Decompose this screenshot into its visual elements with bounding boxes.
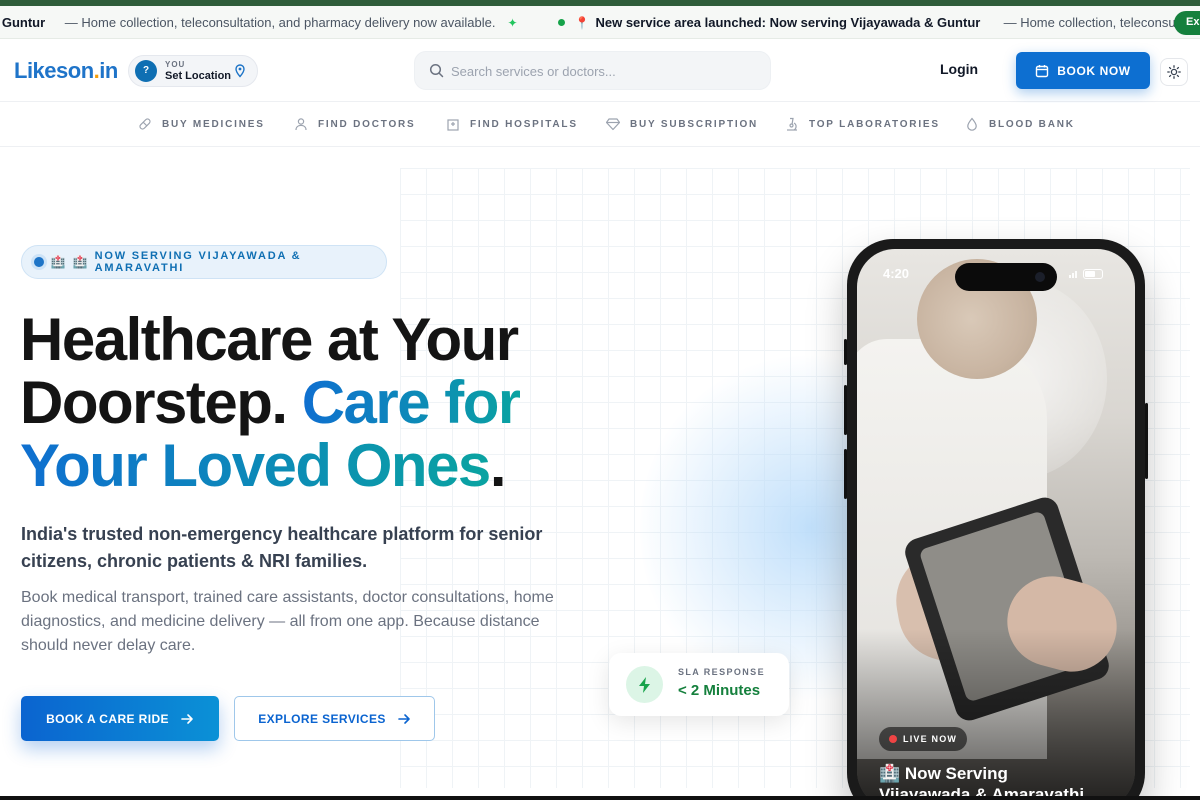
user-icon <box>295 118 307 131</box>
map-pin-icon <box>235 64 245 78</box>
ticker-spacer <box>53 15 57 30</box>
nav-item-find-doctors[interactable]: FIND DOCTORS <box>294 117 416 131</box>
signal-icon <box>1069 270 1077 278</box>
book-care-ride-label: BOOK A CARE RIDE <box>46 711 169 726</box>
location-avatar: ? <box>135 60 157 82</box>
hospital-icon: 🏥 <box>72 255 88 269</box>
hero-body: Book medical transport, trained care ass… <box>21 589 554 654</box>
diamond-icon <box>606 118 620 131</box>
explore-services-button[interactable]: EXPLORE SERVICES <box>234 696 435 741</box>
record-dot-icon <box>889 735 897 743</box>
arrow-right-icon <box>397 713 410 724</box>
live-now-badge: LIVE NOW <box>879 727 967 751</box>
hospital-icon: 🏥 <box>879 764 901 783</box>
live-now-label: LIVE NOW <box>903 734 958 744</box>
theme-toggle-button[interactable] <box>1160 58 1188 86</box>
book-now-label: BOOK NOW <box>1057 63 1131 78</box>
location-you-label: YOU <box>165 60 186 69</box>
phone-side-button <box>844 385 847 435</box>
phone-screen: 4:20 LIVE NOW 🏥 Now Serving Vijayawada &… <box>857 249 1135 796</box>
pin-icon: 📍 <box>574 15 590 30</box>
phone-side-button <box>844 339 847 365</box>
phone-side-button <box>1145 403 1148 479</box>
login-button[interactable]: Login <box>940 61 978 77</box>
phone-caption: 🏥 Now Serving Vijayawada & Amaravathi <box>879 763 1119 796</box>
caption-line2: Vijayawada & Amaravathi <box>879 785 1085 796</box>
ticker-item-strong: New service area launched: Now serving V… <box>595 15 981 30</box>
announcement-ticker: a & Guntur — Home collection, teleconsul… <box>0 6 1200 39</box>
sun-icon <box>1167 65 1181 79</box>
headline-highlight-a: Care for <box>301 369 522 436</box>
nav-item-buy-subscription[interactable]: BUY SUBSCRIPTION <box>606 117 758 131</box>
battery-icon <box>1083 269 1103 279</box>
headline-line2: Doorstep. <box>20 369 288 436</box>
lightning-icon <box>626 666 663 703</box>
droplet-icon <box>967 117 977 131</box>
nav-item-blood-bank[interactable]: BLOOD BANK <box>965 117 1075 131</box>
headline-line1: Healthcare at Your <box>20 306 519 373</box>
ticker-item-text: — Home collection, teleconsultation, <box>1003 15 1200 30</box>
book-care-ride-button[interactable]: BOOK A CARE RIDE <box>21 696 219 741</box>
service-area-badge: 🏥 🏥 NOW SERVING VIJAYAWADA & AMARAVATHI <box>21 245 387 279</box>
ticker-track: a & Guntur — Home collection, teleconsul… <box>0 15 1200 30</box>
pill-icon <box>139 118 151 130</box>
logo[interactable]: Likeson.in <box>14 58 118 84</box>
camera-icon <box>1035 272 1045 282</box>
search-input[interactable] <box>451 61 751 81</box>
headline-end: . <box>489 432 507 499</box>
search-icon <box>429 63 444 78</box>
hospital-icon <box>447 119 459 131</box>
nav-item-label: TOP LABORATORIES <box>809 118 940 130</box>
nav-item-label: FIND HOSPITALS <box>470 118 578 130</box>
logo-text: Likeson <box>14 58 94 83</box>
pulse-dot-icon <box>34 257 44 267</box>
site-header: Likeson.in ? YOU Set Location Login BOOK… <box>0 40 1200 102</box>
explore-services-label: EXPLORE SERVICES <box>258 711 386 726</box>
badge-label: NOW SERVING VIJAYAWADA & AMARAVATHI <box>94 250 302 274</box>
hospital-icon: 🏥 <box>50 255 66 269</box>
nav-item-label: BUY SUBSCRIPTION <box>630 118 759 130</box>
nav-item-label: BUY MEDICINES <box>162 118 265 130</box>
phone-time: 4:20 <box>883 266 910 281</box>
book-now-button[interactable]: BOOK NOW <box>1016 52 1150 89</box>
category-nav: BUY MEDICINES FIND DOCTORS FIND HOSPITAL… <box>0 103 1200 147</box>
caption-line1: Now Serving <box>904 764 1008 783</box>
ticker-item-text: — Home collection, teleconsultation, and… <box>64 15 496 30</box>
nav-item-label: FIND DOCTORS <box>318 118 416 130</box>
nav-item-buy-medicines[interactable]: BUY MEDICINES <box>138 117 265 131</box>
ticker-item-strong: a & Guntur <box>0 15 46 30</box>
hero-section: 🏥 🏥 NOW SERVING VIJAYAWADA & AMARAVATHI … <box>0 148 1200 796</box>
nav-item-label: BLOOD BANK <box>989 118 1075 130</box>
arrow-right-icon <box>181 713 193 724</box>
hero-lead: India's trusted non-emergency healthcare… <box>21 524 543 571</box>
sla-label: SLA RESPONSE <box>678 667 765 677</box>
phone-side-button <box>844 449 847 499</box>
ticker-pill-button[interactable]: Ex <box>1174 11 1200 35</box>
nav-item-top-laboratories[interactable]: TOP LABORATORIES <box>785 117 940 131</box>
ticker-spacer <box>988 15 995 30</box>
phone-status-icons <box>1069 269 1103 279</box>
set-location-button[interactable]: ? YOU Set Location <box>128 55 258 87</box>
dynamic-island <box>955 263 1057 291</box>
sla-value: < 2 Minutes <box>678 682 761 699</box>
nav-item-find-hospitals[interactable]: FIND HOSPITALS <box>446 117 578 131</box>
search-bar <box>414 51 771 90</box>
microscope-icon <box>787 117 797 131</box>
phone-mockup: 4:20 LIVE NOW 🏥 Now Serving Vijayawada &… <box>844 239 1148 796</box>
hero-headline: Healthcare at Your Doorstep. Care for Yo… <box>20 308 620 497</box>
live-dot-icon <box>557 19 565 26</box>
sla-response-card: SLA RESPONSE < 2 Minutes <box>609 653 789 716</box>
location-label: Set Location <box>165 70 232 82</box>
bottom-edge-bar <box>0 796 1200 800</box>
logo-suffix: in <box>99 58 118 83</box>
headline-highlight-b: Your Loved Ones <box>20 432 491 499</box>
calendar-icon <box>1036 64 1049 77</box>
sparkle-icon: ✦ <box>507 15 518 30</box>
